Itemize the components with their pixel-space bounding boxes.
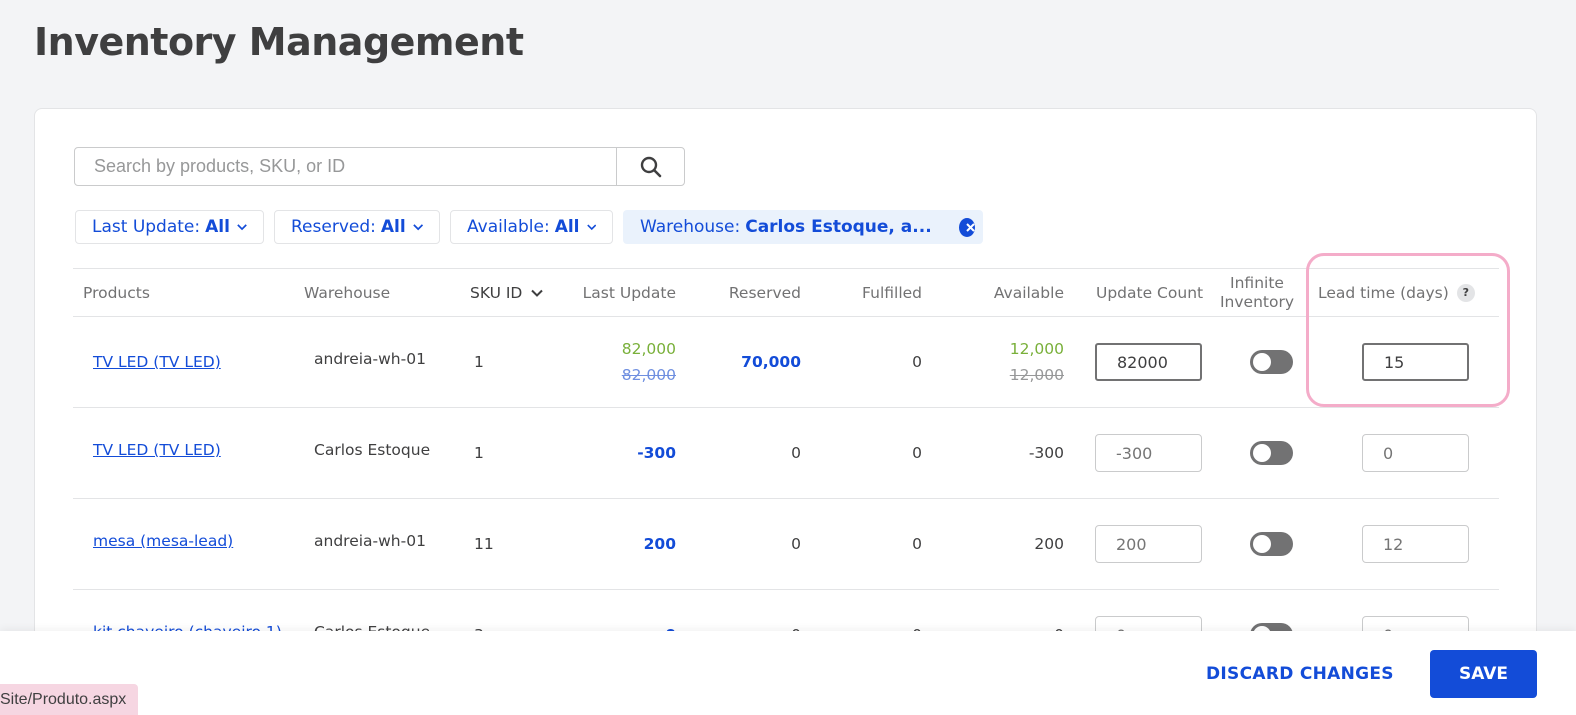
header-last-update: Last Update (582, 283, 676, 302)
save-button[interactable]: SAVE (1430, 650, 1537, 698)
action-footer: DISCARD CHANGES SAVE (0, 631, 1576, 715)
header-fulfilled: Fulfilled (862, 283, 922, 302)
header-lead-time: Lead time (days) ? (1318, 269, 1475, 316)
help-icon[interactable]: ? (1456, 283, 1475, 302)
filter-warehouse[interactable]: Warehouse: Carlos Estoque, a... (623, 210, 983, 244)
chevron-down-icon (586, 224, 596, 231)
reserved-cell: 0 (791, 444, 801, 462)
close-icon (965, 222, 975, 232)
fulfilled-cell: 0 (912, 535, 922, 553)
chevron-down-icon (237, 224, 247, 231)
available-new-value: 12,000 (1009, 340, 1064, 358)
lead-time-input[interactable] (1362, 525, 1469, 563)
header-infinite-line2: Inventory (1219, 292, 1295, 311)
sku-id-cell: 11 (474, 535, 494, 553)
infinite-inventory-toggle[interactable] (1250, 441, 1293, 465)
last-update-old-value: 82,000 (621, 366, 676, 384)
filter-label: Warehouse: (640, 217, 741, 237)
header-products: Products (83, 283, 150, 302)
warehouse-cell: andreia-wh-01 (314, 350, 426, 368)
available-cell: 200 (1034, 535, 1064, 553)
search-input[interactable] (75, 148, 617, 185)
search-button[interactable] (617, 148, 684, 185)
chevron-down-icon (531, 289, 544, 297)
fulfilled-cell: 0 (912, 353, 922, 371)
last-update-cell: 200 (643, 535, 676, 553)
header-infinite-inventory: Infinite Inventory (1217, 269, 1297, 316)
header-infinite-line1: Infinite (1230, 273, 1284, 292)
lead-time-input[interactable] (1362, 343, 1469, 381)
inventory-table: Products Warehouse SKU ID Last Update Re… (73, 268, 1499, 681)
last-update-new-value: 82,000 (621, 340, 676, 358)
filter-label: Available: (467, 217, 550, 237)
header-available: Available (993, 283, 1064, 302)
table-header: Products Warehouse SKU ID Last Update Re… (73, 268, 1499, 317)
header-lead-time-label: Lead time (days) (1318, 283, 1449, 302)
warehouse-cell: andreia-wh-01 (314, 532, 426, 550)
filter-value: All (205, 217, 230, 237)
status-bar-url: Site/Produto.aspx (0, 684, 139, 715)
available-old-value: 12,000 (1009, 366, 1064, 384)
update-count-input[interactable] (1095, 434, 1202, 472)
infinite-inventory-toggle[interactable] (1250, 350, 1293, 374)
reserved-cell: 70,000 (741, 353, 801, 371)
filter-value: All (380, 217, 406, 237)
last-update-cell: -300 (637, 444, 676, 462)
table-row: TV LED (TV LED) andreia-wh-01 1 82,000 8… (73, 317, 1499, 408)
sku-id-cell: 1 (474, 353, 484, 371)
clear-filter-button[interactable] (958, 217, 975, 237)
chevron-down-icon (412, 224, 423, 231)
filter-label: Reserved: (291, 217, 376, 237)
search-icon (640, 156, 661, 177)
available-cell: -300 (1028, 444, 1064, 462)
table-row: mesa (mesa-lead) andreia-wh-01 11 200 0 … (73, 499, 1499, 590)
filter-last-update[interactable]: Last Update: All (75, 210, 264, 244)
infinite-inventory-toggle[interactable] (1250, 532, 1293, 556)
table-row: TV LED (TV LED) Carlos Estoque 1 -300 0 … (73, 408, 1499, 499)
product-link[interactable]: TV LED (TV LED) (93, 353, 221, 371)
warehouse-cell: Carlos Estoque (314, 441, 431, 459)
page-title: Inventory Management (34, 20, 524, 64)
sku-id-cell: 1 (474, 444, 484, 462)
filter-value: All (554, 217, 580, 237)
search-bar (74, 147, 685, 186)
header-sku-id-label: SKU ID (470, 283, 523, 302)
update-count-input[interactable] (1095, 525, 1202, 563)
lead-time-input[interactable] (1362, 434, 1469, 472)
discard-changes-button[interactable]: DISCARD CHANGES (1190, 650, 1410, 698)
filter-reserved[interactable]: Reserved: All (274, 210, 440, 244)
header-update-count: Update Count (1096, 283, 1204, 302)
fulfilled-cell: 0 (912, 444, 922, 462)
filter-bar: Last Update: All Reserved: All Available: A… (75, 210, 983, 244)
header-reserved: Reserved (728, 283, 801, 302)
header-sku-id[interactable]: SKU ID (470, 269, 544, 316)
header-warehouse: Warehouse (304, 283, 391, 302)
reserved-cell: 0 (791, 535, 801, 553)
filter-value: Carlos Estoque, a... (745, 217, 932, 237)
update-count-input[interactable] (1095, 343, 1202, 381)
inventory-card: Last Update:All Reserved:All Available:A… (34, 108, 1537, 715)
product-link[interactable]: TV LED (TV LED) (93, 441, 221, 459)
product-link[interactable]: mesa (mesa-lead) (93, 532, 233, 550)
filter-available[interactable]: Available: All (450, 210, 613, 244)
filter-label: Last Update: (92, 217, 201, 237)
